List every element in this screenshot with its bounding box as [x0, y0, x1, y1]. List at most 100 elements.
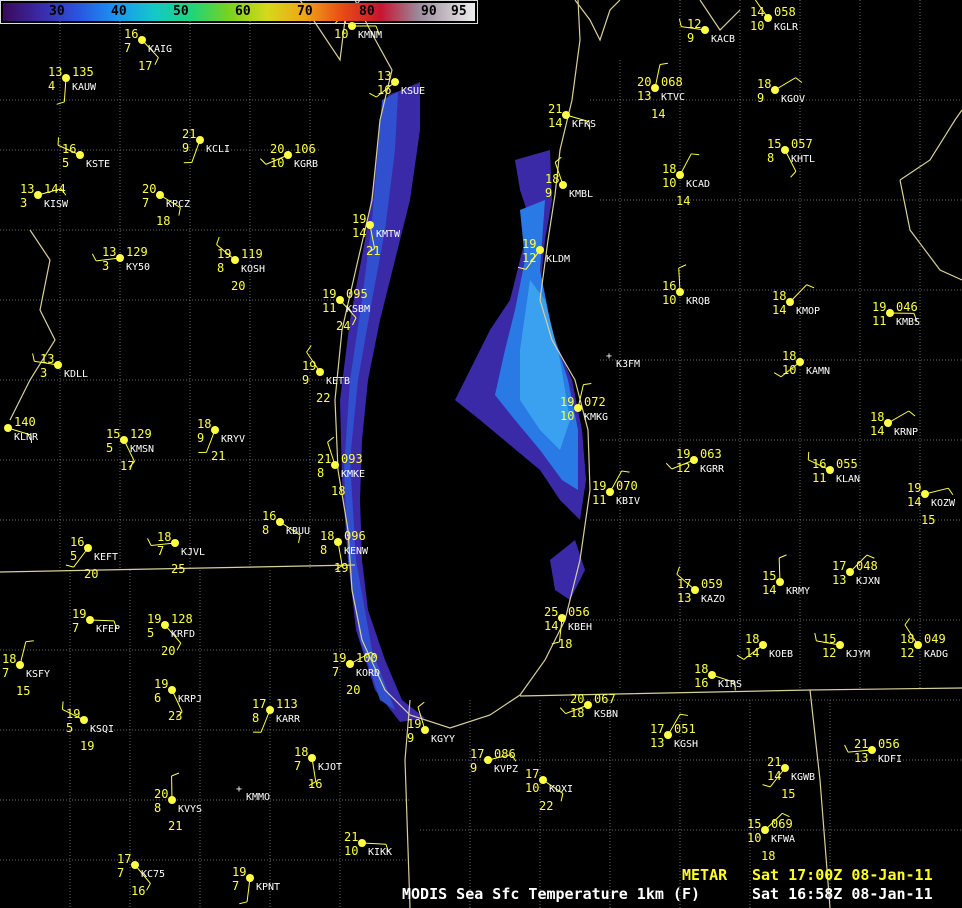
- station-pressure: 129: [126, 245, 148, 259]
- station-temperature: 18: [320, 529, 334, 543]
- colorbar-tick-90: 90: [421, 4, 437, 19]
- station-kmbs: 1911 046 KMBS: [872, 300, 920, 328]
- station-id: KMBS: [896, 317, 920, 328]
- wind-barb-flag: [807, 451, 810, 460]
- station-kikk: 2110 KIKK: [344, 830, 392, 858]
- station-krqb: 1610 KRQB: [662, 264, 710, 307]
- station-id: KBEH: [568, 622, 592, 633]
- wind-barb-flag: [25, 640, 34, 643]
- station-dewpoint: 3: [40, 366, 47, 380]
- station-id: K3FM: [616, 359, 640, 370]
- station-krpj: 196 KRPJ 23: [154, 677, 202, 723]
- station-temperature: 19: [66, 707, 80, 721]
- station-temperature: 19: [522, 237, 536, 251]
- station-id: KCAD: [686, 179, 710, 190]
- station-gust: 19: [334, 561, 348, 575]
- station-dewpoint: 9: [182, 141, 189, 155]
- station-dewpoint: 6: [154, 691, 161, 705]
- station-dewpoint: 14: [772, 303, 786, 317]
- station-dewpoint: 8: [262, 523, 269, 537]
- wind-barb-flag: [216, 236, 220, 245]
- station-pressure: 059: [701, 577, 723, 591]
- station-kadg: 1812 049 KADG: [900, 618, 948, 660]
- station-kgyy: 199 KGYY: [407, 701, 455, 745]
- station-pressure: 086: [494, 747, 516, 761]
- station-id: KSBN: [594, 709, 618, 720]
- station-temperature: 21: [854, 737, 868, 751]
- station-id: KSQI: [90, 724, 114, 735]
- satellite-map-view: 2110KMNM167KAIG17134135KAUW1316KSUE129KA…: [0, 0, 962, 908]
- station-temperature: 13: [20, 182, 34, 196]
- colorbar-tick-80: 80: [359, 4, 375, 19]
- station-pressure: 068: [661, 75, 683, 89]
- station-id: KPNT: [256, 882, 280, 893]
- station-gust: 23: [168, 709, 182, 723]
- wind-barb-flag: [736, 654, 745, 660]
- station-temperature: 19: [907, 481, 921, 495]
- station-pressure: 063: [700, 447, 722, 461]
- station-pressure: 069: [771, 817, 793, 831]
- station-id: KJYM: [846, 649, 870, 660]
- station-id: KETB: [326, 376, 350, 387]
- wind-barb-flag: [679, 713, 688, 716]
- wind-barb-flag: [947, 487, 954, 496]
- wind-barb-flag: [559, 707, 566, 714]
- station-dewpoint: 10: [270, 156, 284, 170]
- station-dewpoint: 11: [812, 471, 826, 485]
- station-kord: 197 100 KORD 20: [332, 651, 380, 697]
- station-temperature: 16: [62, 142, 76, 156]
- station-id: KOZW: [931, 498, 956, 509]
- wind-barb-flag: [146, 883, 151, 891]
- wind-barb-flag: [773, 372, 782, 378]
- wind-barb-flag: [176, 642, 182, 651]
- wind-barb-flag: [621, 470, 630, 473]
- station-gust: 20: [231, 279, 245, 293]
- station-temperature: 19: [232, 865, 246, 879]
- station-id: KY50: [126, 262, 150, 273]
- station-dewpoint: 5: [147, 626, 154, 640]
- station-id: KAZO: [701, 594, 725, 605]
- station-dewpoint: 14: [762, 583, 776, 597]
- station-gust: 17: [120, 459, 134, 473]
- station-dewpoint: 13: [650, 736, 664, 750]
- station-kisw: 133 144 KISW: [20, 182, 69, 210]
- wind-barb-flag: [259, 158, 267, 165]
- station-gust: 20: [84, 567, 98, 581]
- station-pressure: 049: [924, 632, 946, 646]
- station-dewpoint: 10: [662, 176, 676, 190]
- station-temperature: 19: [147, 612, 161, 626]
- wind-barb: [191, 139, 201, 163]
- wind-barb-flag: [327, 436, 335, 443]
- station-temperature: 12: [687, 17, 701, 31]
- wind-barb-flag: [659, 62, 668, 66]
- station-dewpoint: 12: [900, 646, 914, 660]
- station-dewpoint: 14: [745, 646, 759, 660]
- station-temperature: 18: [782, 349, 796, 363]
- station-dewpoint: 11: [872, 314, 886, 328]
- station-gust: 20: [161, 644, 175, 658]
- station-id: KGLR: [774, 22, 799, 33]
- station-pressure: 067: [594, 692, 616, 706]
- station-temperature: 19: [302, 359, 316, 373]
- station-temperature: 18: [870, 410, 884, 424]
- station-kc75: 177 KC75 16: [117, 852, 165, 898]
- wind-barb: [260, 709, 271, 733]
- station-temperature: 18: [694, 662, 708, 676]
- station-id: KIRS: [718, 679, 742, 690]
- station-gust: 24: [336, 319, 350, 333]
- station-kbeh: 2514 056 KBEH 18: [544, 605, 592, 651]
- station-pressure: 144: [44, 182, 66, 196]
- station-id: KLAN: [836, 474, 860, 485]
- wind-barb-flag: [61, 701, 64, 710]
- station-pressure: 048: [856, 559, 878, 573]
- station-kgsh: 1713 051 KGSH: [650, 713, 698, 750]
- wind-barb: [887, 410, 910, 424]
- product-time: Sat 16:58Z 08-Jan-11: [752, 885, 933, 903]
- station-id: KRNP: [894, 427, 918, 438]
- station-kazo: 1713 059 KAZO: [676, 566, 725, 605]
- station-temperature: 19: [322, 287, 336, 301]
- station-krfd: 195 128 KRFD 20: [147, 612, 195, 658]
- station-id: KSBM: [346, 304, 370, 315]
- station-gust: 15: [781, 787, 795, 801]
- station-id: KRMY: [786, 586, 810, 597]
